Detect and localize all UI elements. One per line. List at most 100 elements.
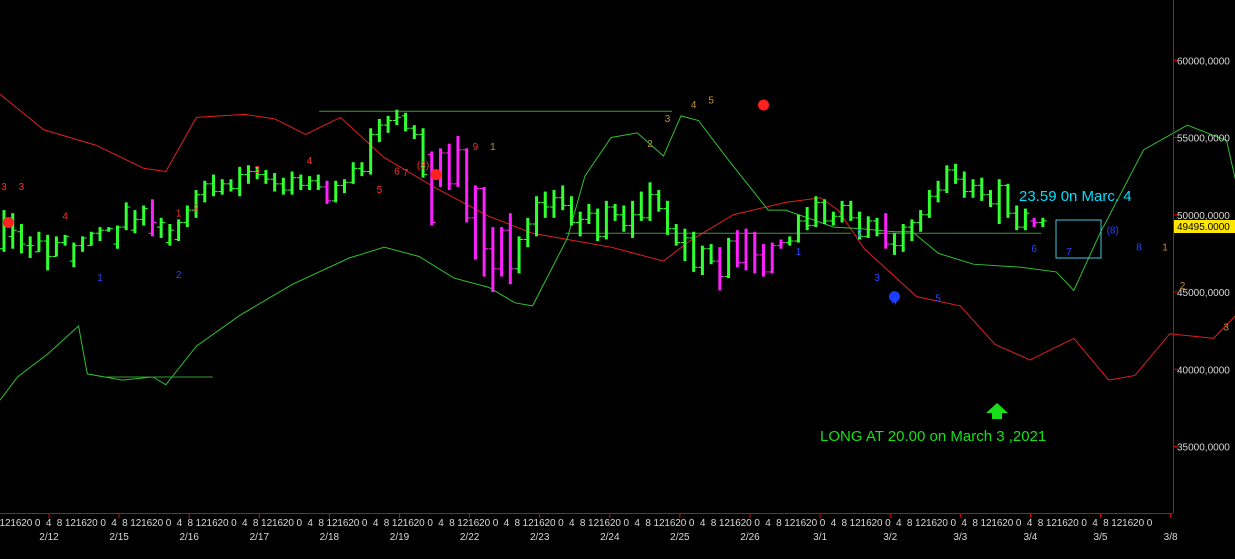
hour-tick-label: 4 (111, 518, 117, 529)
hour-tick-label: 20 (1133, 518, 1145, 529)
hour-tick-label: 8 (645, 518, 651, 529)
hour-tick-label: 20 (937, 518, 949, 529)
hour-tick-label: 16 (861, 518, 873, 529)
hour-tick-label: 8 (907, 518, 913, 529)
hour-tick-label: 12 (588, 518, 600, 529)
hour-tick-label: 4 (700, 518, 706, 529)
hour-tick-label: 16 (534, 518, 546, 529)
y-tick-label: 60000,0000 (1177, 56, 1230, 67)
hour-tick-label: 8 (972, 518, 978, 529)
hour-tick-label: 0 (1016, 518, 1022, 529)
hour-tick-label: 16 (76, 518, 88, 529)
setup-count: 5 (377, 185, 383, 196)
hour-tick-label: 4 (569, 518, 575, 529)
setup-count: 1 (97, 273, 103, 284)
setup-count: 5 (935, 293, 941, 304)
setup-count: (8) (417, 160, 429, 171)
hour-tick-label: 16 (730, 518, 742, 529)
day-tick-label: 3/1 (813, 532, 827, 543)
hour-tick-label: 4 (1092, 518, 1098, 529)
setup-count: 2 (193, 204, 199, 215)
hour-tick-label: 4 (1027, 518, 1033, 529)
hour-tick-label: 20 (544, 518, 556, 529)
hour-tick-label: 16 (468, 518, 480, 529)
hour-tick-label: 12 (980, 518, 992, 529)
hour-tick-label: 12 (261, 518, 273, 529)
hour-tick-label: 16 (1057, 518, 1069, 529)
hour-tick-label: 0 (166, 518, 172, 529)
hour-tick-label: 16 (1122, 518, 1134, 529)
day-tick-label: 2/12 (39, 532, 59, 543)
hour-tick-label: 0 (100, 518, 106, 529)
hour-tick-label: 12 (130, 518, 142, 529)
day-tick-label: 3/3 (953, 532, 967, 543)
hour-tick-label: 12 (523, 518, 535, 529)
hour-tick-label: 8 (449, 518, 455, 529)
hour-tick-label: 20 (87, 518, 99, 529)
day-tick-label: 2/25 (670, 532, 690, 543)
hour-tick-label: 8 (122, 518, 128, 529)
setup-count: 4 (307, 156, 313, 167)
hour-tick-label: 0 (624, 518, 630, 529)
hour-tick-label: 20 (283, 518, 295, 529)
hour-tick-label: 4 (634, 518, 640, 529)
hour-tick-label: 0 (493, 518, 499, 529)
hour-tick-label: 12 (392, 518, 404, 529)
day-tick-label: 2/18 (320, 532, 340, 543)
setup-count: 2 (647, 139, 653, 150)
hour-tick-label: 8 (580, 518, 586, 529)
setup-count: 6 (1031, 244, 1037, 255)
hour-tick-label: 20 (610, 518, 622, 529)
hour-tick-label: 12 (1111, 518, 1123, 529)
hour-tick-label: 12 (915, 518, 927, 529)
setup-count: 3 (1, 182, 7, 193)
hour-tick-label: 16 (403, 518, 415, 529)
hour-tick-label: 12 (1046, 518, 1058, 529)
target-annotation: 23.59 0n Marc. 4 (1019, 188, 1132, 205)
hour-tick-label: 20 (806, 518, 818, 529)
hour-tick-label: 20 (675, 518, 687, 529)
hour-tick-label: 16 (207, 518, 219, 529)
hour-tick-label: 16 (272, 518, 284, 529)
hour-tick-label: 16 (10, 518, 22, 529)
hour-tick-label: 0 (885, 518, 891, 529)
day-tick-label: 3/5 (1094, 532, 1108, 543)
setup-count: 1 (796, 247, 802, 258)
last-price-label: 49495.0000 (1177, 222, 1230, 233)
hour-tick-label: 8 (842, 518, 848, 529)
hour-tick-label: 0 (231, 518, 237, 529)
hour-tick-label: 0 (35, 518, 41, 529)
hour-tick-label: 12 (653, 518, 665, 529)
setup-count: 7 (1066, 247, 1072, 258)
setup-count: 3 (254, 165, 260, 176)
day-tick-label: 2/19 (390, 532, 410, 543)
hour-tick-label: 0 (362, 518, 368, 529)
hour-tick-label: 0 (1081, 518, 1087, 529)
setup-count: 3 (1223, 323, 1229, 334)
hour-tick-label: 20 (348, 518, 360, 529)
hour-tick-label: 8 (1038, 518, 1044, 529)
hour-tick-label: 0 (1147, 518, 1153, 529)
hour-tick-label: 12 (65, 518, 77, 529)
hour-tick-label: 8 (711, 518, 717, 529)
hour-tick-label: 4 (765, 518, 771, 529)
hour-tick-label: 20 (217, 518, 229, 529)
y-tick-label: 35000,0000 (1177, 443, 1230, 454)
hour-tick-label: 20 (741, 518, 753, 529)
day-tick-label: 2/26 (740, 532, 760, 543)
setup-count: 7 (403, 168, 409, 179)
hour-tick-label: 12 (196, 518, 208, 529)
setup-count: 2 (176, 270, 182, 281)
day-tick-label: 2/16 (179, 532, 199, 543)
signal-dot (2, 216, 14, 228)
setup-count: 4 (892, 296, 898, 307)
day-tick-label: 2/23 (530, 532, 550, 543)
hour-tick-label: 12 (784, 518, 796, 529)
hour-tick-label: 20 (871, 518, 883, 529)
hour-tick-label: 0 (754, 518, 760, 529)
hour-tick-label: 0 (427, 518, 433, 529)
day-tick-label: 2/24 (600, 532, 620, 543)
hour-tick-label: 4 (831, 518, 837, 529)
hour-tick-label: 4 (438, 518, 444, 529)
day-tick-label: 2/22 (460, 532, 480, 543)
